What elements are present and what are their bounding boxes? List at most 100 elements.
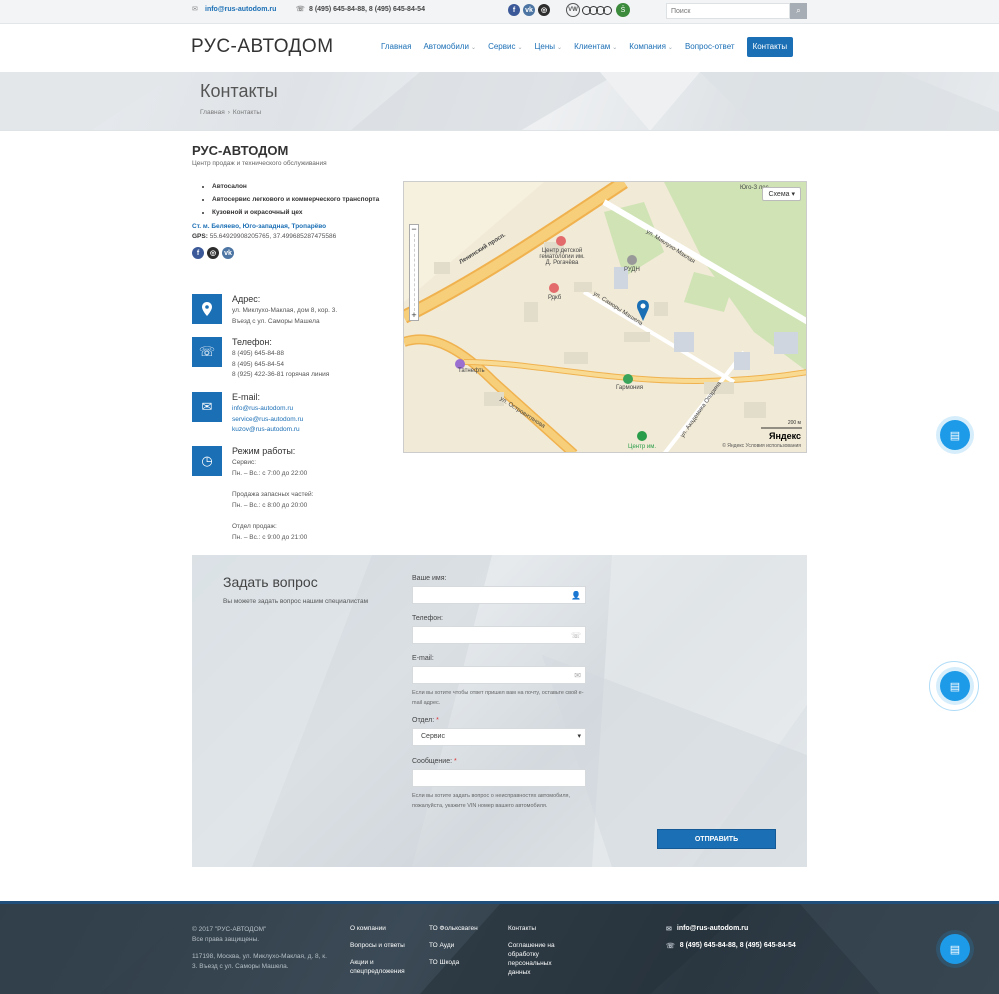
email-line: kuzov@rus-autodom.ru (232, 425, 303, 436)
gps-label: GPS: (192, 233, 208, 240)
email-hint: Если вы хотите чтобы ответ пришел вам на… (412, 690, 584, 706)
breadcrumb-home[interactable]: Главная (200, 109, 225, 116)
footer-link[interactable]: О компании (350, 924, 420, 933)
nav-service[interactable]: Сервис ⌄ (488, 37, 522, 57)
rights-text: Все права защищены. (192, 936, 260, 943)
message-label: Сообщение: * (412, 758, 586, 765)
footer-email: ✉ info@rus-autodom.ru (666, 925, 748, 933)
name-field-group: Ваше имя: 👤 (412, 575, 586, 604)
nav-prices[interactable]: Цены ⌄ (535, 37, 563, 57)
phone-icon: ☏ (570, 631, 581, 640)
footer-link[interactable]: ТО Фольксваген (429, 924, 499, 933)
address-body: Адрес: ул. Миклухо-Маклая, дом 8, кор. 3… (232, 294, 337, 327)
footer-col-3: Контакты Соглашение на обработку персона… (508, 924, 570, 985)
nav-clients[interactable]: Клиентам ⌄ (574, 37, 617, 57)
yandex-logo[interactable]: Яндекс (769, 431, 801, 441)
name-input[interactable]: 👤 (412, 586, 586, 604)
nav-faq-label: Вопрос-ответ (684, 42, 735, 51)
site-logo[interactable]: РУС-АВТОДОМ (191, 36, 334, 58)
company-socials: f ◎ vk (192, 247, 392, 259)
nav-faq[interactable]: Вопрос-ответ (685, 37, 735, 57)
hours-body: Режим работы: Сервис: Пн. – Вс.: с 7:00 … (232, 446, 313, 543)
email-link[interactable]: info@rus-autodom.ru (232, 405, 293, 412)
floating-form-button[interactable]: ▤ (940, 420, 970, 450)
email-link[interactable]: kuzov@rus-autodom.ru (232, 426, 300, 433)
message-textarea[interactable] (412, 769, 586, 787)
envelope-icon: ✉ (192, 392, 222, 422)
hours-group-name: Продажа запасных частей: (232, 491, 314, 498)
dept-label: Отдел: * (412, 717, 586, 724)
hours-group-time: Пн. – Вс.: с 9:00 до 21:00 (232, 533, 308, 541)
instagram-icon[interactable]: ◎ (207, 247, 219, 259)
search-input[interactable] (666, 3, 790, 19)
footer-phones-text: 8 (495) 645-84-88, 8 (495) 645-84-54 (679, 942, 796, 949)
search-button[interactable]: ⌕ (790, 3, 807, 19)
phone-input[interactable]: ☏ (412, 626, 586, 644)
footer-link[interactable]: Акции и спецпредложения (350, 958, 420, 976)
top-email: ✉ info@rus-autodom.ru (192, 6, 276, 13)
footer-col-1: О компании Вопросы и ответы Акции и спец… (350, 924, 420, 984)
user-icon: 👤 (571, 591, 581, 600)
facebook-icon[interactable]: f (508, 4, 520, 16)
document-icon: ▤ (949, 680, 961, 693)
address-block: Адрес: ул. Миклухо-Маклая, дом 8, кор. 3… (192, 294, 337, 327)
nav-contacts[interactable]: Контакты (746, 37, 794, 57)
floating-callback-button[interactable]: ▤ (940, 671, 970, 701)
email-link[interactable]: service@rus-autodom.ru (232, 416, 303, 423)
map-canvas (404, 182, 806, 452)
facebook-icon[interactable]: f (192, 247, 204, 259)
phone-title: Телефон: (232, 337, 272, 347)
footer-col-2: ТО Фольксваген ТО Ауди ТО Шкода (429, 924, 499, 975)
zoom-slider-track[interactable] (414, 234, 418, 311)
footer-link[interactable]: Соглашение на обработку персональных дан… (508, 941, 570, 977)
email-input[interactable]: ✉ (412, 666, 586, 684)
phone-field-group: Телефон: ☏ (412, 615, 586, 644)
map-label-center: Центр им. (628, 444, 656, 450)
vk-icon[interactable]: vk (222, 247, 234, 259)
top-email-link[interactable]: info@rus-autodom.ru (205, 6, 276, 13)
dept-select-value: Сервис (421, 733, 445, 740)
map-copyright[interactable]: © Яндекс Условия использования (722, 443, 801, 449)
skoda-logo-icon[interactable]: Š (616, 3, 630, 17)
banner-pattern (0, 72, 999, 130)
top-phones-text: 8 (495) 645-84-88, 8 (495) 645-84-54 (309, 6, 425, 13)
phone-line[interactable]: 8 (925) 422-36-81 горячая линия (232, 370, 329, 381)
floating-chat-button[interactable]: ▤ (940, 934, 970, 964)
document-icon: ▤ (949, 429, 961, 442)
page-banner: Контакты Главная › Контакты (0, 72, 999, 131)
phone-label: Телефон: (412, 615, 443, 622)
submit-button[interactable]: ОТПРАВИТЬ (657, 829, 776, 849)
phone-line[interactable]: 8 (495) 645-84-88 (232, 349, 329, 360)
footer-link[interactable]: Контакты (508, 924, 570, 933)
dept-select[interactable]: Сервис ▾ (412, 728, 586, 746)
footer-link[interactable]: Вопросы и ответы (350, 941, 420, 950)
nav-home[interactable]: Главная (381, 37, 411, 57)
map-zoom-control[interactable]: − + (409, 224, 419, 321)
yandex-map[interactable]: Ленинский просп. ул. Миклухо-Маклая ул. … (403, 181, 807, 453)
clock-icon: ◷ (192, 446, 222, 476)
message-hint: Если вы хотите задать вопрос о неисправн… (412, 793, 571, 809)
nav-cars-label: Автомобили (423, 42, 470, 51)
phone-line[interactable]: 8 (495) 645-84-54 (232, 360, 329, 371)
dept-label-text: Отдел: (412, 717, 435, 724)
footer-link[interactable]: ТО Шкода (429, 958, 499, 967)
nav-company[interactable]: Компания ⌄ (629, 37, 673, 57)
phone-block: ☏ Телефон: 8 (495) 645-84-88 8 (495) 645… (192, 337, 329, 381)
vk-icon[interactable]: vk (523, 4, 535, 16)
zoom-out-button[interactable]: − (410, 225, 418, 234)
footer-link[interactable]: ТО Ауди (429, 941, 499, 950)
volkswagen-logo-icon[interactable]: VW (566, 3, 580, 17)
zoom-in-button[interactable]: + (410, 311, 418, 320)
footer-copyright: © 2017 "РУС-АВТОДОМ" Все права защищены.… (192, 925, 332, 972)
chevron-down-icon: ⌄ (517, 45, 523, 51)
map-pin-icon (192, 294, 222, 324)
instagram-icon[interactable]: ◎ (538, 4, 550, 16)
nav-cars[interactable]: Автомобили ⌄ (423, 37, 476, 57)
email-label: E-mail: (412, 655, 434, 662)
map-layer-button[interactable]: Схема ▾ (762, 187, 801, 201)
footer-email-link[interactable]: info@rus-autodom.ru (677, 925, 748, 933)
copyright-text: © 2017 "РУС-АВТОДОМ" (192, 926, 267, 933)
breadcrumb-separator: › (227, 109, 230, 116)
audi-logo-icon[interactable] (582, 5, 612, 15)
chevron-down-icon: ⌄ (667, 45, 673, 51)
